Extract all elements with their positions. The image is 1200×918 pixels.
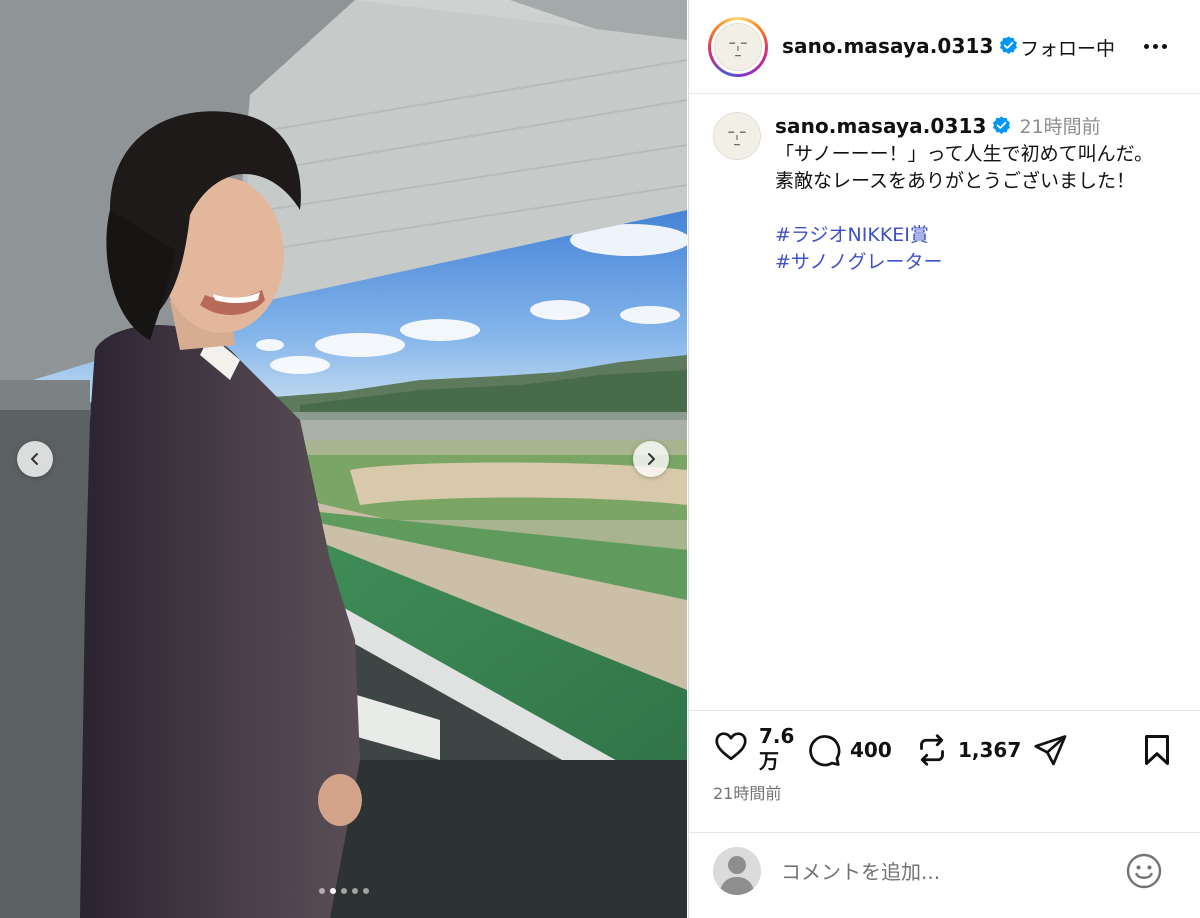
comment-composer [689, 832, 1200, 918]
more-dot-icon [1153, 43, 1158, 49]
smiley-icon [1126, 853, 1162, 889]
bookmark-icon [1145, 735, 1169, 765]
comment-bubble-icon [809, 735, 841, 767]
verified-badge-icon [999, 36, 1017, 54]
post-header: sano.masaya.0313 フォロー中 [689, 0, 1200, 94]
face-illustration-icon [715, 24, 761, 70]
carousel-dot [362, 888, 369, 894]
author-avatar[interactable] [714, 23, 762, 71]
share-button[interactable] [1032, 732, 1068, 768]
more-options-button[interactable] [1144, 34, 1174, 58]
more-dot-icon [1162, 43, 1167, 49]
carousel-dot [351, 888, 358, 894]
carousel-dot [329, 888, 336, 894]
following-button[interactable]: フォロー中 [1020, 34, 1115, 61]
emoji-button[interactable] [1124, 851, 1164, 891]
caption-author-avatar[interactable] [713, 112, 761, 160]
comment-input[interactable] [781, 857, 1081, 887]
heart-icon [715, 732, 747, 761]
carousel-dot [318, 888, 325, 894]
repost-icon [920, 734, 944, 766]
previous-slide-button[interactable] [17, 441, 53, 477]
author-username-text[interactable]: sano.masaya.0313 [782, 34, 994, 58]
comment-count[interactable]: 400 [850, 738, 892, 762]
viewer-avatar [713, 847, 761, 895]
author-story-ring[interactable] [708, 17, 768, 77]
next-slide-button[interactable] [633, 441, 669, 477]
verified-badge-icon [992, 116, 1010, 134]
carousel-dot [340, 888, 347, 894]
like-button[interactable]: 7.6万 [713, 724, 794, 773]
caption-timestamp: 21時間前 [1019, 116, 1101, 138]
chevron-right-icon [648, 453, 655, 465]
like-count[interactable]: 7.6万 [759, 724, 799, 774]
hashtag-link[interactable]: #ラジオNIKKEI賞 [775, 222, 1175, 249]
face-illustration-icon [714, 113, 760, 159]
repost-button[interactable]: 1,367 [914, 732, 1021, 768]
comment-button[interactable]: 400 [806, 732, 892, 768]
post-caption: sano.masaya.0313 21時間前 「サノーーー！」って人生で初めて叫ん… [775, 113, 1175, 276]
more-dot-icon [1144, 43, 1149, 49]
caption-username[interactable]: sano.masaya.0313 [775, 114, 987, 138]
hashtag-link[interactable]: #サノノグレーター [775, 249, 1175, 276]
caption-text: 「サノーーー！」って人生で初めて叫んだ。 素敵なレースをありがとうございました！ [775, 143, 1154, 192]
default-user-icon [713, 847, 761, 895]
paper-plane-icon [1034, 735, 1067, 766]
chevron-left-icon [31, 453, 38, 465]
actions-divider [689, 710, 1200, 711]
post-side-panel: sano.masaya.0313 フォロー中 sano.masaya.0313 2… [688, 0, 1200, 918]
post-media[interactable] [0, 0, 687, 918]
post-photo [0, 0, 687, 918]
post-timestamp: 21時間前 [713, 784, 782, 803]
repost-count[interactable]: 1,367 [958, 738, 1021, 762]
author-username[interactable]: sano.masaya.0313 [782, 34, 1019, 58]
save-button[interactable] [1139, 732, 1175, 768]
carousel-indicator [0, 888, 687, 894]
